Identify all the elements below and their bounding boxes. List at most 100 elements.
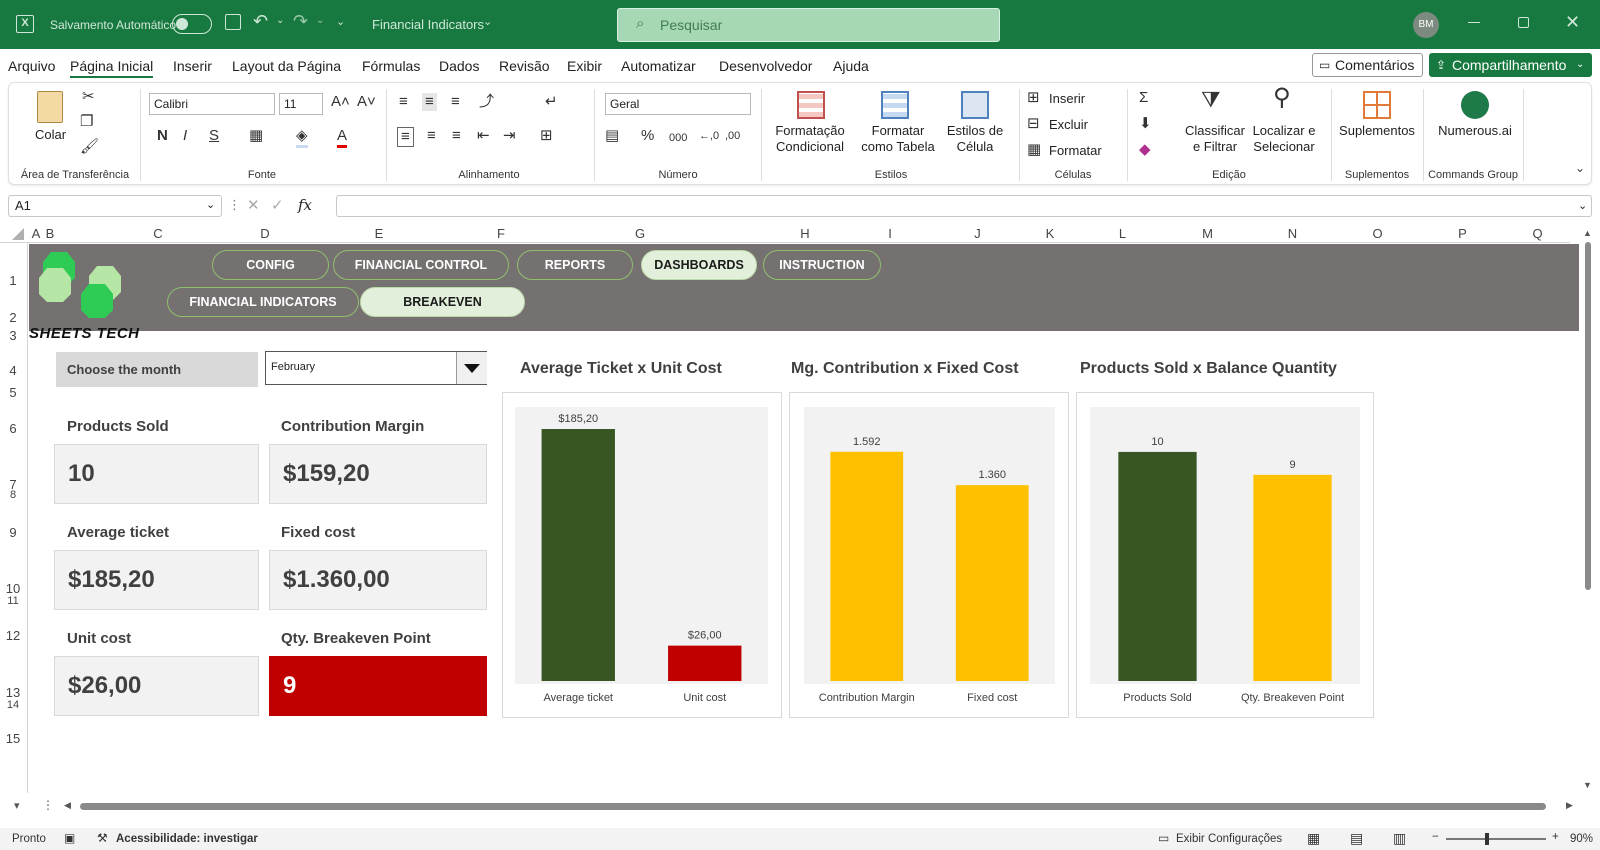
merge-center-icon[interactable]: ⊞ [540,127,553,145]
formula-input[interactable] [336,195,1592,217]
page-layout-view-icon[interactable]: ▤ [1350,830,1363,847]
align-top-icon[interactable]: ≡ [399,93,408,111]
cancel-icon[interactable]: ✕ [247,196,260,214]
col-header[interactable]: D [259,226,271,241]
orientation-icon[interactable]: ⤴ [479,93,494,111]
excel-icon[interactable]: X [16,15,34,33]
col-header[interactable]: H [765,226,845,241]
chart-frame[interactable]: 1.592 1.360 Contribution Margin Fixed cost [789,392,1069,718]
format-cells-icon[interactable]: ▦ [1027,141,1041,159]
col-header[interactable]: O [1335,226,1420,241]
increase-decimal-icon[interactable]: ←,0 [699,127,719,145]
menu-pagina-inicial[interactable]: Página Inicial [70,58,154,78]
bar-products-sold[interactable] [1118,451,1197,681]
delete-cells-label[interactable]: Excluir [1049,117,1088,133]
cell-styles-icon[interactable] [961,91,989,119]
menu-dados[interactable]: Dados [439,58,479,74]
numerous-label[interactable]: Numerous.ai [1429,123,1521,139]
search-box[interactable]: ⌕ Pesquisar [617,8,1000,42]
row-header[interactable]: 1 [0,273,26,288]
row-header[interactable]: 15 [0,731,26,746]
col-header[interactable]: G [515,226,765,241]
col-header[interactable]: F [487,226,515,241]
bar-contribution-margin[interactable] [830,451,904,681]
macro-record-icon[interactable]: ▣ [64,831,75,845]
row-header[interactable]: 6 [0,421,26,436]
zoom-level[interactable]: 90% [1570,833,1593,845]
nav-dashboards[interactable]: DASHBOARDS [641,250,757,280]
autosum-icon[interactable]: Σ [1139,89,1148,107]
name-box-dropdown-icon[interactable]: ⌄ [206,198,215,211]
font-name-dropdown[interactable]: Calibri [149,93,275,115]
chart-frame[interactable]: 10 9 Products Sold Qty. Breakeven Point [1076,392,1374,718]
menu-arquivo[interactable]: Arquivo [8,58,55,74]
vertical-scrollbar[interactable]: ▲ ▼ [1582,228,1594,793]
font-size-dropdown[interactable]: 11 [279,93,323,115]
menu-inserir[interactable]: Inserir [173,58,212,74]
redo-dropdown-icon[interactable]: ⌄ [316,15,324,26]
format-table-label[interactable]: Formatar como Tabela [855,123,941,155]
undo-icon[interactable]: ↶ [253,11,268,32]
scroll-left-icon[interactable]: ◀ [64,800,71,811]
format-cells-label[interactable]: Formatar [1049,143,1102,159]
customize-toolbar-icon[interactable]: ⌄ [336,15,345,28]
restore-icon[interactable] [1518,17,1529,28]
redo-icon[interactable]: ↷ [293,11,308,32]
save-icon[interactable] [225,14,241,30]
copy-icon[interactable]: ❐ [80,113,93,131]
minimize-icon[interactable] [1468,22,1480,23]
bar-fixed-cost[interactable] [955,485,1029,681]
paste-icon[interactable] [37,91,63,123]
sheet-nav-icon[interactable]: ▾ [14,799,20,812]
zoom-out-icon[interactable]: − [1432,831,1439,843]
select-all-corner[interactable] [12,228,24,240]
title-dropdown-icon[interactable]: ⌄ [483,15,492,28]
nav-instruction[interactable]: INSTRUCTION [763,250,881,280]
row-header[interactable]: 11 [0,595,26,607]
row-header[interactable]: 2 [0,310,26,325]
col-header[interactable]: A [29,226,43,241]
nav-financial-indicators[interactable]: FINANCIAL INDICATORS [167,287,359,317]
col-header[interactable]: P [1420,226,1505,241]
col-header[interactable]: C [57,226,259,241]
display-settings-icon[interactable]: ▭ [1158,831,1169,845]
menu-formulas[interactable]: Fórmulas [362,58,420,74]
format-table-icon[interactable] [881,91,909,119]
align-right-icon[interactable]: ≡ [452,127,461,145]
zoom-slider-thumb[interactable] [1485,833,1489,845]
col-header[interactable]: L [1080,226,1165,241]
zoom-in-icon[interactable]: + [1552,831,1559,843]
nav-financial-control[interactable]: FINANCIAL CONTROL [333,250,509,280]
col-header[interactable]: K [1020,226,1080,241]
accessibility-icon[interactable]: ⚒ [97,831,108,845]
find-select-label[interactable]: Localizar e Selecionar [1249,123,1319,155]
row-header[interactable]: 14 [0,699,26,711]
format-painter-icon[interactable]: 🖌 [80,138,99,156]
scroll-right-icon[interactable]: ▶ [1566,800,1573,811]
page-break-view-icon[interactable]: ▥ [1393,830,1406,847]
more-icon[interactable]: ⋮ [228,197,241,213]
nav-reports[interactable]: REPORTS [517,250,633,280]
collapse-ribbon-icon[interactable]: ⌄ [1575,159,1585,177]
menu-ajuda[interactable]: Ajuda [833,58,869,74]
share-button[interactable]: ⇪ Compartilhamento ⌄ [1429,53,1592,77]
conditional-format-icon[interactable] [797,91,825,119]
display-settings[interactable]: Exibir Configurações [1176,833,1282,845]
avatar[interactable]: BM [1413,12,1439,38]
conditional-format-label[interactable]: Formatação Condicional [767,123,853,155]
bar-qty-breakeven-point[interactable] [1253,474,1332,681]
scroll-down-icon[interactable]: ▼ [1583,780,1592,790]
wrap-text-icon[interactable]: ↵ [545,93,558,111]
col-header[interactable]: N [1250,226,1335,241]
percent-icon[interactable]: % [641,127,654,145]
increase-font-icon[interactable]: A˄ [331,93,350,111]
nav-config[interactable]: CONFIG [212,250,329,280]
row-header[interactable]: 12 [0,628,26,643]
row-header[interactable]: 10 [0,581,26,596]
insert-function-icon[interactable]: fx [298,196,312,214]
menu-layout[interactable]: Layout da Página [232,58,341,74]
row-header[interactable]: 3 [0,328,26,343]
paste-label[interactable]: Colar [35,127,66,143]
underline-icon[interactable]: S [209,127,219,145]
accessibility-status[interactable]: Acessibilidade: investigar [116,833,258,845]
